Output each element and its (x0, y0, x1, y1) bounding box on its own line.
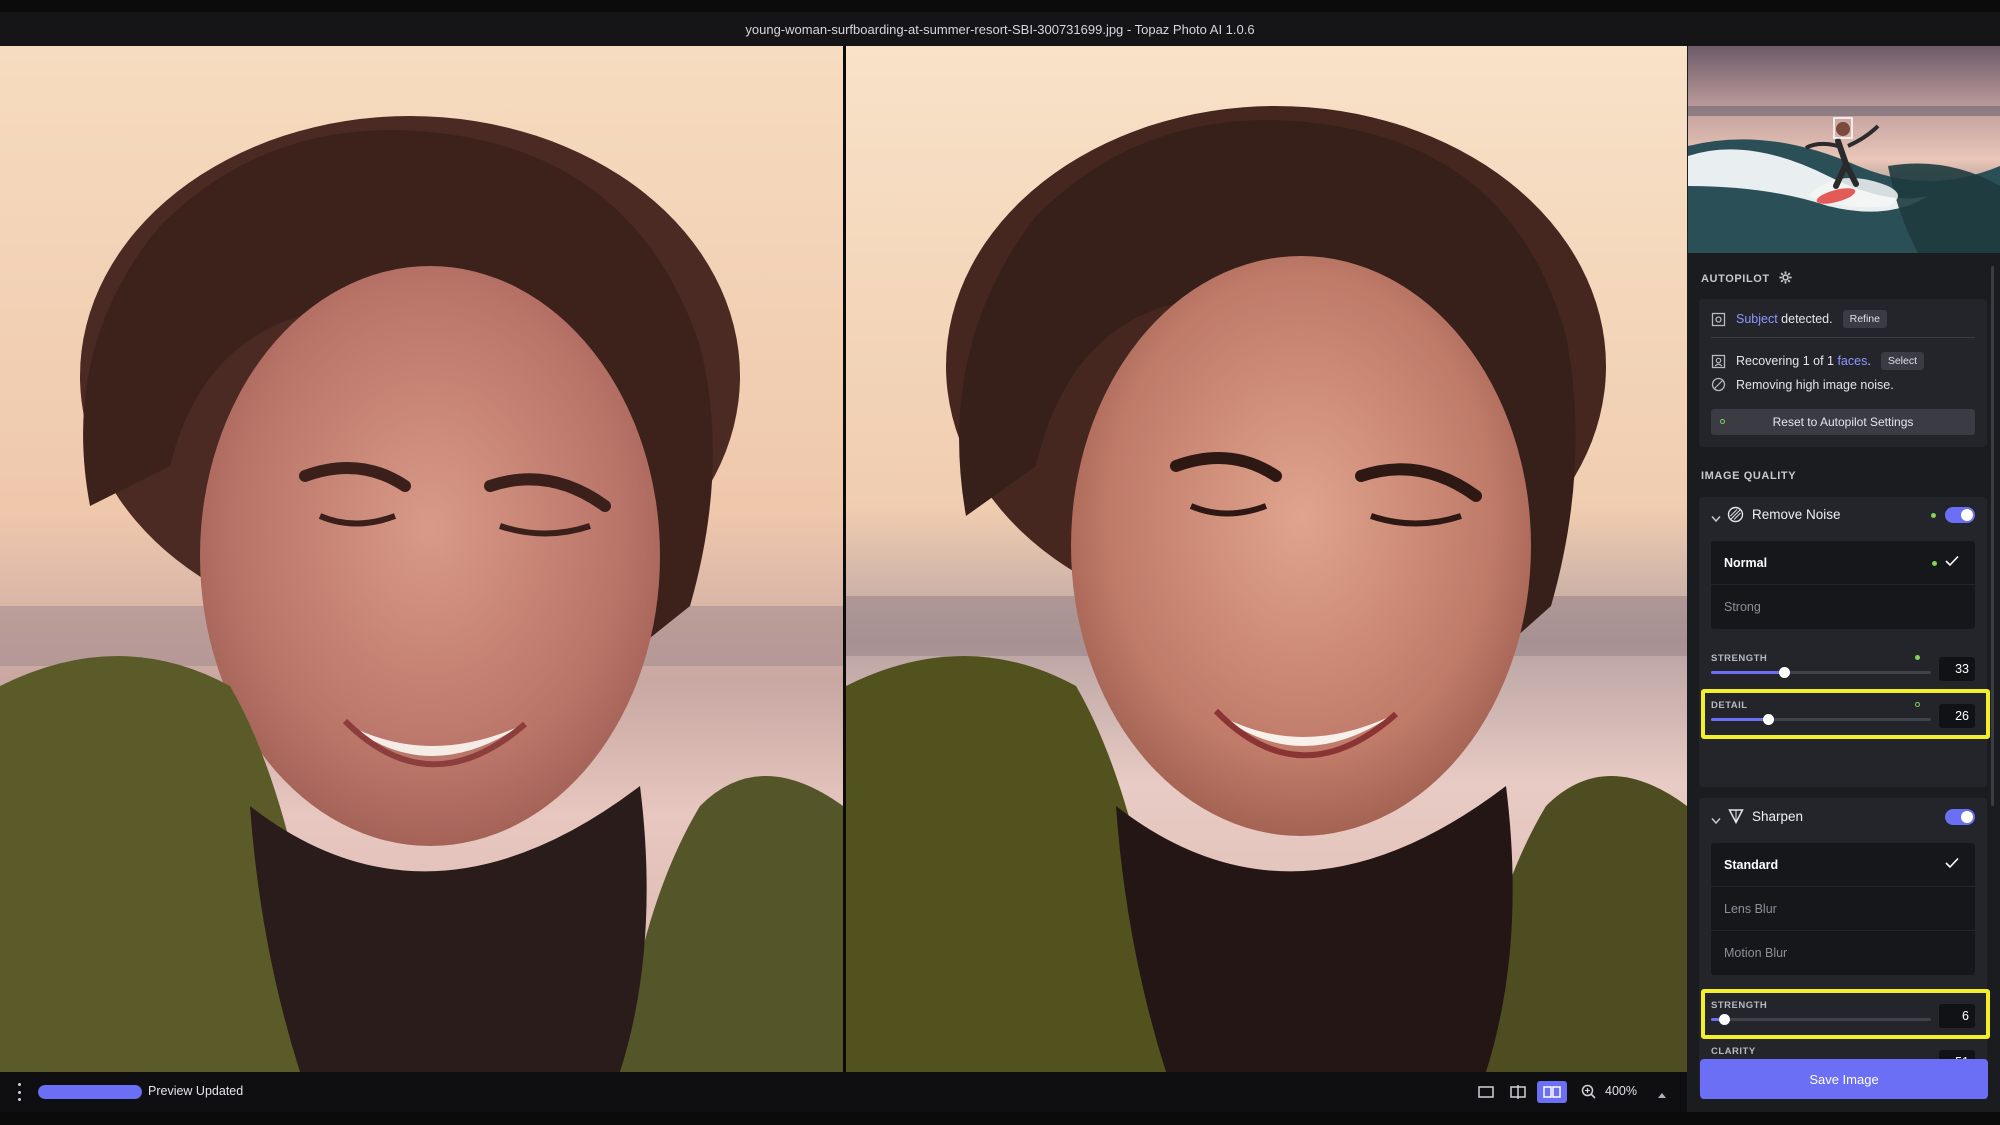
zoom-icon[interactable] (1581, 1084, 1597, 1100)
save-image-button[interactable]: Save Image (1700, 1059, 1988, 1099)
option-label: Strong (1724, 600, 1761, 614)
navigator-thumbnail[interactable] (1688, 46, 2000, 253)
detail-highlight-box (1701, 689, 1990, 739)
remove-noise-toggle[interactable] (1945, 507, 1975, 523)
sharpen-option-standard[interactable]: Standard (1711, 843, 1975, 887)
faces-row: Recovering 1 of 1 faces . Select (1711, 352, 1925, 370)
noise-strength-fill (1711, 671, 1784, 674)
original-preview[interactable] (0, 46, 843, 1072)
zoom-level[interactable]: 400% (1605, 1084, 1637, 1098)
enhanced-preview[interactable] (846, 46, 1687, 1072)
subject-link[interactable]: Subject (1736, 312, 1778, 326)
more-menu-icon[interactable] (14, 1083, 24, 1101)
app-window: young-woman-surfboarding-at-summer-resor… (0, 0, 2000, 1125)
title-bar: young-woman-surfboarding-at-summer-resor… (0, 12, 2000, 46)
settings-panel: AUTOPILOT Subject detected. Refine Recov… (1687, 46, 2000, 1112)
option-label: Lens Blur (1724, 901, 1777, 916)
preview-progress-fill (38, 1085, 142, 1099)
sharpen-icon (1728, 808, 1744, 829)
refine-button[interactable]: Refine (1842, 310, 1887, 328)
navigator-photo (1688, 46, 2000, 253)
sharpen-option-motion-blur[interactable]: Motion Blur (1711, 931, 1975, 975)
reset-autopilot-button[interactable]: Reset to Autopilot Settings (1711, 409, 1975, 435)
gear-icon[interactable] (1779, 271, 1793, 287)
autopilot-heading: AUTOPILOT (1701, 271, 1793, 287)
noise-status: Removing high image noise. (1736, 377, 1894, 392)
image-quality-title: IMAGE QUALITY (1701, 470, 1797, 482)
sharpen-chevron-down-icon[interactable] (1711, 812, 1721, 830)
sharpen-card: Sharpen Standard Lens Blur Motion Blur S… (1699, 798, 1987, 1094)
panel-scrollbar[interactable] (1991, 266, 1994, 806)
option-label: Motion Blur (1724, 946, 1788, 960)
remove-noise-icon (1727, 506, 1744, 528)
sharpen-toggle[interactable] (1945, 809, 1975, 825)
autopilot-card: Subject detected. Refine Recovering 1 of… (1699, 299, 1987, 447)
enhanced-photo (846, 46, 1687, 1072)
preview-status: Preview Updated (148, 1084, 244, 1098)
faces-link[interactable]: faces (1837, 354, 1867, 368)
sharpen-clarity-label: CLARITY (1711, 1046, 1756, 1057)
noise-strength-slider[interactable] (1711, 667, 1931, 678)
option-label: Normal (1724, 555, 1768, 570)
remove-noise-card: Remove Noise Normal Strong STRENGTH 33 D… (1699, 497, 1987, 787)
face-frame-icon (1711, 354, 1726, 369)
faces-status-suffix: . (1867, 354, 1871, 368)
reset-autopilot-label: Reset to Autopilot Settings (1772, 415, 1914, 429)
single-view-icon[interactable] (1475, 1082, 1497, 1102)
option-label: Standard (1724, 857, 1779, 872)
zoom-menu-chevron-up-icon[interactable] (1657, 1086, 1667, 1104)
save-image-label: Save Image (1809, 1071, 1879, 1087)
sharpen-model-list: Standard Lens Blur Motion Blur (1711, 843, 1975, 975)
subject-status: detected. (1777, 312, 1833, 326)
remove-noise-option-strong[interactable]: Strong (1711, 585, 1975, 629)
split-view-icon[interactable] (1507, 1082, 1529, 1102)
noise-strength-handle[interactable] (1778, 667, 1790, 678)
autopilot-indicator-dot (1720, 419, 1725, 424)
preview-progress-bar (38, 1085, 142, 1099)
normal-autopilot-dot (1932, 561, 1937, 566)
remove-noise-label: Remove Noise (1752, 507, 1841, 522)
subject-frame-icon (1711, 312, 1726, 327)
original-photo (0, 46, 843, 1072)
noise-strength-value[interactable]: 33 (1939, 657, 1975, 681)
bottom-bar: Preview Updated 400% (0, 1072, 1687, 1112)
subject-row: Subject detected. Refine (1711, 310, 1887, 328)
remove-noise-autopilot-dot (1931, 513, 1936, 518)
remove-noise-chevron-down-icon[interactable] (1711, 510, 1721, 528)
check-icon (1945, 555, 1959, 570)
noise-row: Removing high image noise. (1711, 377, 1894, 392)
remove-noise-option-normal[interactable]: Normal (1711, 541, 1975, 585)
clarity-highlight-box (1701, 989, 1990, 1039)
select-faces-button[interactable]: Select (1880, 352, 1925, 370)
noise-strength-autopilot-dot (1915, 655, 1920, 660)
faces-status-prefix: Recovering 1 of 1 (1736, 354, 1838, 368)
image-viewer[interactable] (0, 46, 1687, 1072)
side-by-side-view-icon[interactable] (1537, 1081, 1567, 1103)
sharpen-option-lens-blur[interactable]: Lens Blur (1711, 887, 1975, 931)
noise-icon (1711, 377, 1726, 392)
remove-noise-model-list: Normal Strong (1711, 541, 1975, 629)
check-icon (1945, 857, 1959, 872)
autopilot-divider (1711, 337, 1975, 338)
autopilot-title: AUTOPILOT (1701, 273, 1770, 285)
noise-strength-label: STRENGTH (1711, 653, 1768, 664)
sharpen-label: Sharpen (1752, 809, 1804, 824)
window-title: young-woman-surfboarding-at-summer-resor… (745, 21, 1255, 37)
